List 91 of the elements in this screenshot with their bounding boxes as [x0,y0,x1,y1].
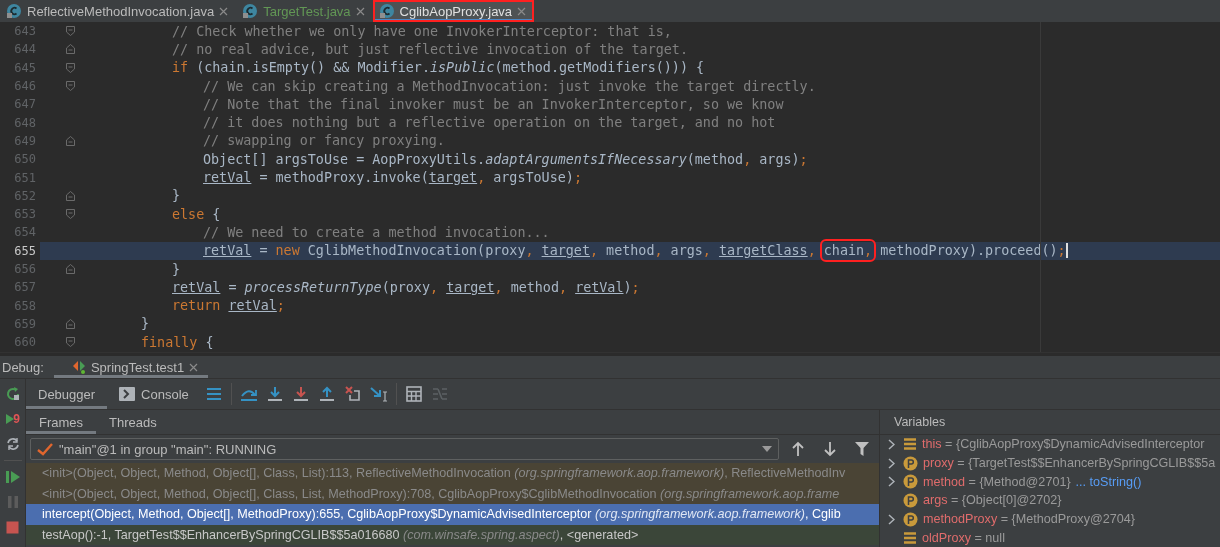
pause-icon [6,495,19,509]
line-number: 645 [13,60,36,75]
run-to-cursor-icon [369,386,388,402]
class-icon [6,3,22,19]
code-text: // swapping or fancy proxying. [203,133,445,149]
dropdown-caret-icon [762,446,773,452]
file-tab[interactable]: CglibAopProxy.java [372,0,535,22]
code-text: } [172,261,181,277]
test-run-icon [71,360,86,374]
variables-title: Variables [894,415,946,429]
code-text: retVal = methodProxy.invoke(target, argsToUse); [203,170,582,185]
down-arrow-icon [824,441,837,457]
chevron-right-icon [888,457,895,469]
line-number: 651 [13,170,36,185]
count-label: 9 [13,412,20,426]
line-number: 652 [13,188,36,203]
variable-row[interactable]: args = {Object[0]@2702} [880,491,1220,510]
frames-tab[interactable]: Threads [96,410,170,434]
close-icon [517,6,527,16]
line-number: 657 [13,280,36,295]
code-text: } [172,188,181,204]
line-number: 650 [13,152,36,167]
check-icon [37,442,53,456]
code-text: return retVal; [172,298,285,314]
step-into-icon [266,386,283,402]
code-text: methodProxy).proceed(); [879,243,1066,259]
thread-dropdown[interactable]: "main"@1 in group "main": RUNNING [30,438,780,460]
variable-row[interactable]: proxy = {TargetTest$$EnhancerBySpringCGLIB$$5a [880,453,1220,473]
variable-row[interactable]: methodProxy = {MethodProxy@2704} [880,509,1220,529]
code-text: finally { [141,334,214,350]
line-number: 659 [13,316,36,331]
step-out-icon [318,386,335,402]
session-tab[interactable]: SpringTest.test1 [53,356,209,378]
line-number: 643 [13,24,36,39]
stack-frame-row[interactable]: testAop():-1, TargetTest$$EnhancerBySpringCGLIB$$5a016680 (com.winsafe.spring.aspect), <generated> [26,524,879,545]
text-cursor [1065,243,1068,259]
code-text: // it does nothing but a reflective operation on the target, and no hot [203,115,776,131]
calculator-icon [405,386,422,402]
debug-label: Debug: [1,359,45,375]
class-icon [378,3,395,19]
stack-frame-row[interactable]: <init>(Object, Object, Method, Object[], Class, List):113, ReflectiveMethodInvocation (org.springframework.aop.framework), ReflectiveMethodInv [26,463,879,484]
line-number: 660 [13,335,36,350]
view-tab[interactable]: Console [107,379,201,409]
variable-row[interactable]: method = {Method@2701} ... toString() [880,472,1220,491]
frames-tab[interactable]: Frames [26,410,97,434]
trace-icon [431,387,448,401]
code-text: retVal = processReturnType(proxy, target, method, retVal); [172,279,640,295]
force-step-into-icon [292,386,309,402]
stop-icon [6,520,19,534]
line-number: 644 [13,42,36,57]
code-text: // Check whether we only have one InvokerInterceptor: that is, [172,23,672,39]
sync-icon [4,436,21,452]
view-tab[interactable]: Debugger [26,379,108,409]
line-number: 655 [13,243,36,258]
console-icon [119,387,136,401]
rerun-icon [4,386,21,402]
up-arrow-icon [792,441,805,457]
line-number: 653 [13,207,36,222]
variable-row[interactable]: this = {CglibAopProxy$DynamicAdvisedInterceptor [880,435,1220,454]
line-number: 648 [13,115,36,130]
to-string-link[interactable]: ... toString() [1075,474,1142,489]
close-icon [189,362,199,372]
line-number: 647 [13,97,36,112]
code-text: Object[] argsToUse = AopProxyUtils.adaptArgumentsIfNecessary(method, args); [203,151,808,167]
code-text: } [141,316,150,332]
code-text: if (chain.isEmpty() && Modifier.isPublic(method.getModifiers())) { [172,60,705,76]
line-number: 658 [13,298,36,313]
code-text: else { [172,206,221,222]
menu-icon [205,387,222,401]
close-icon [219,6,229,16]
variable-row[interactable]: oldProxy = null [880,528,1220,547]
chevron-right-icon [888,476,895,488]
stack-frame-row[interactable]: <init>(Object, Object, Method, Object[], Class, List, MethodProxy):708, CglibAopProxy$CglibMethodInvocation (org.springframework.aop.frame [26,483,879,504]
chevron-right-icon [888,438,895,450]
code-text: // Note that the final invoker must be an InvokerInterceptor, so we know [203,96,784,112]
run-badge-button[interactable]: 9 [1,409,24,429]
line-number: 656 [13,262,36,276]
chevron-right-icon [888,513,895,525]
code-text: // We can skip creating a MethodInvocation: just invoke the target directly. [203,78,816,94]
code-text: retVal = new CglibMethodInvocation(proxy, target, method, args, targetClass, [203,243,817,259]
resume-icon [4,470,21,484]
line-number: 649 [13,133,36,148]
line-number: 646 [13,79,36,94]
drop-frame-icon [344,386,361,402]
code-text: // no real advice, but just reflective invocation of the target. [172,41,688,57]
code-text: // We need to create a method invocation... [203,224,550,240]
stack-frame-row[interactable]: intercept(Object, Method, Object[], MethodProxy):655, CglibAopProxy$DynamicAdvisedInterceptor (org.springframework.aop.framework), Cglib [26,504,879,525]
class-icon [242,3,259,19]
filter-icon [855,442,870,456]
line-number: 654 [13,225,36,240]
close-icon [355,6,365,16]
